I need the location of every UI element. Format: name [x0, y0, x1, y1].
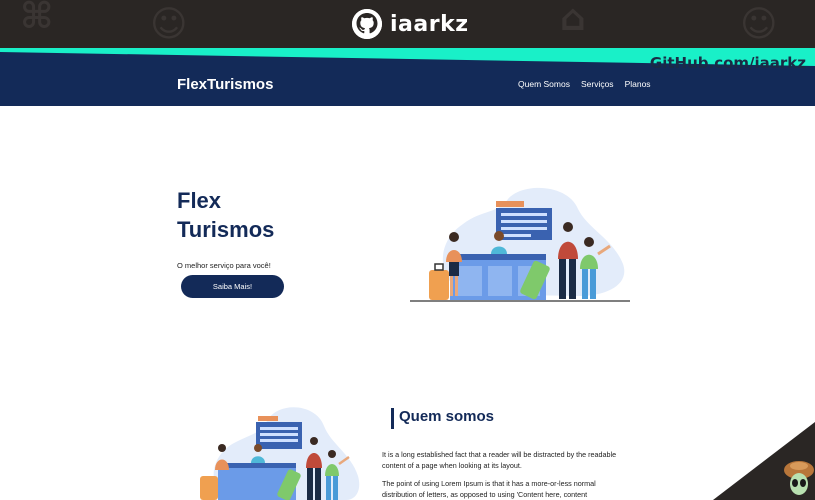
watermark-icon: ⌂	[560, 0, 586, 39]
nav-link-quem-somos[interactable]: Quem Somos	[518, 79, 570, 89]
hero-title: Flex Turismos	[177, 186, 317, 244]
about-paragraph-2: The point of using Lorem Ipsum is that i…	[382, 479, 596, 499]
hero-title-line1: Flex	[177, 188, 222, 213]
saiba-mais-button[interactable]: Saiba Mais!	[181, 275, 284, 298]
brand-name: iaarkz	[390, 11, 469, 37]
github-icon	[352, 9, 382, 39]
github-link[interactable]: GitHub.com/iaarkz	[650, 54, 806, 72]
brand[interactable]: iaarkz	[352, 8, 469, 40]
corner-badge	[713, 422, 815, 500]
nav-logo[interactable]: FlexTurismos	[177, 76, 273, 93]
nav-link-servicos[interactable]: Serviços	[581, 79, 614, 89]
watermark-icon: ☺	[740, 4, 778, 45]
watermark-icon: ☺	[150, 4, 188, 45]
hero-title-line2: Turismos	[177, 217, 275, 242]
about-illustration	[200, 407, 360, 500]
nav-links: Quem Somos Serviços Planos	[518, 79, 651, 89]
about-paragraph-1: It is a long established fact that a rea…	[382, 450, 617, 470]
travel-checkin-illustration	[410, 187, 630, 302]
about-title-bar	[391, 408, 394, 429]
nav-link-planos[interactable]: Planos	[625, 79, 651, 89]
about-title: Quem somos	[399, 408, 495, 425]
watermark-icon: ⌘	[20, 0, 54, 37]
hero-subtitle: O melhor serviço para você!	[177, 261, 271, 270]
